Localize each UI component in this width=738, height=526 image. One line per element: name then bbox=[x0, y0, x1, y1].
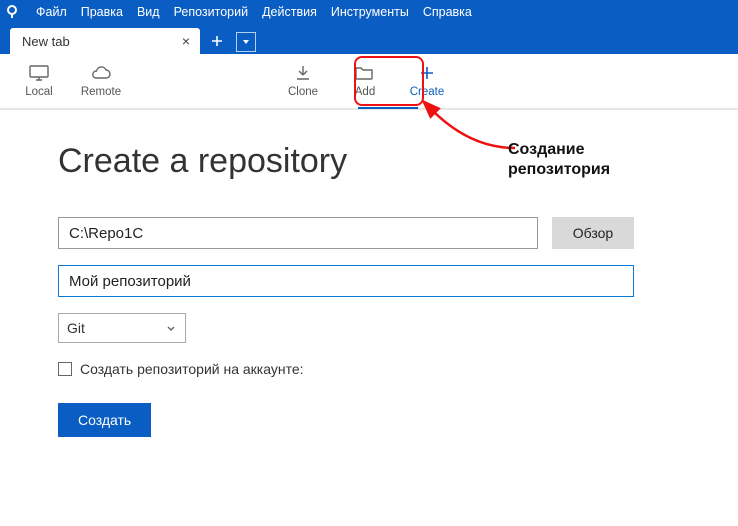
toolbar-clone[interactable]: Clone bbox=[272, 57, 334, 105]
tab-dropdown-button[interactable] bbox=[236, 32, 256, 52]
toolbar-create-label: Create bbox=[410, 86, 445, 98]
toolbar-remote[interactable]: Remote bbox=[70, 57, 132, 105]
monitor-icon bbox=[28, 64, 50, 82]
toolbar-remote-label: Remote bbox=[81, 86, 121, 98]
menu-actions[interactable]: Действия bbox=[262, 5, 317, 19]
tab-close-icon[interactable]: × bbox=[180, 34, 192, 48]
toolbar-create[interactable]: Create bbox=[396, 57, 458, 105]
toolbar-clone-label: Clone bbox=[288, 86, 318, 98]
folder-open-icon bbox=[354, 64, 376, 82]
create-on-account-checkbox[interactable] bbox=[58, 362, 72, 376]
vcs-select[interactable]: Git bbox=[58, 313, 186, 343]
menu-tools[interactable]: Инструменты bbox=[331, 5, 409, 19]
plus-icon bbox=[419, 64, 435, 82]
app-icon bbox=[4, 4, 20, 20]
menu-bar: Файл Правка Вид Репозиторий Действия Инс… bbox=[0, 0, 738, 24]
submit-button[interactable]: Создать bbox=[58, 403, 151, 437]
create-repo-panel: Create a repository Обзор Git Создать ре… bbox=[0, 110, 738, 437]
toolbar-add-label: Add bbox=[355, 86, 375, 98]
toolbar-active-indicator bbox=[358, 107, 418, 109]
menu-items: Файл Правка Вид Репозиторий Действия Инс… bbox=[36, 5, 472, 19]
tab-bar: New tab × bbox=[0, 24, 738, 54]
menu-help[interactable]: Справка bbox=[423, 5, 472, 19]
toolbar-local[interactable]: Local bbox=[8, 57, 70, 105]
cloud-icon bbox=[89, 64, 113, 82]
menu-edit[interactable]: Правка bbox=[81, 5, 123, 19]
download-icon bbox=[294, 64, 312, 82]
repo-name-input[interactable] bbox=[58, 265, 634, 297]
menu-view[interactable]: Вид bbox=[137, 5, 160, 19]
vcs-select-value: Git bbox=[67, 320, 85, 336]
page-title: Create a repository bbox=[58, 142, 680, 181]
menu-file[interactable]: Файл bbox=[36, 5, 67, 19]
browse-button[interactable]: Обзор bbox=[552, 217, 634, 249]
repo-path-input[interactable] bbox=[58, 217, 538, 249]
tab-new[interactable]: New tab × bbox=[10, 28, 200, 54]
menu-repository[interactable]: Репозиторий bbox=[174, 5, 249, 19]
tab-label: New tab bbox=[22, 34, 70, 49]
toolbar-local-label: Local bbox=[25, 86, 53, 98]
new-tab-button[interactable] bbox=[206, 30, 228, 52]
create-on-account-label: Создать репозиторий на аккаунте: bbox=[80, 361, 304, 377]
toolbar-add[interactable]: Add bbox=[334, 57, 396, 105]
chevron-down-icon bbox=[165, 322, 177, 334]
toolbar: Local Remote Clone Add Create bbox=[0, 54, 738, 110]
